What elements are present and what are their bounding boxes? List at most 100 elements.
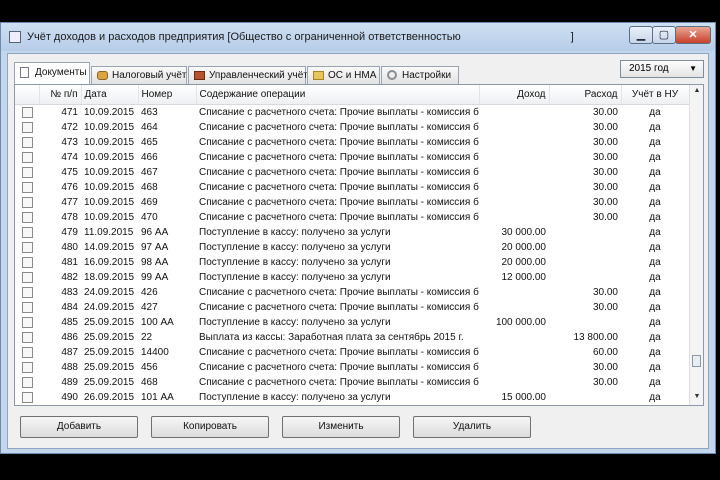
documents-table[interactable]: № п/п Дата Номер Содержание операции Дох… bbox=[14, 84, 704, 406]
table-row[interactable]: 483 24.09.2015 426 Списание с расчетного сч… bbox=[15, 285, 689, 300]
row-checkbox[interactable] bbox=[21, 196, 33, 208]
row-checkbox[interactable] bbox=[21, 211, 33, 223]
table-row[interactable]: 49126.09.2015102 ААПоступление в кассу: … bbox=[15, 405, 689, 406]
row-checkbox-cell[interactable] bbox=[15, 390, 39, 405]
row-checkbox-cell[interactable] bbox=[15, 315, 39, 330]
add-button[interactable]: Добавить bbox=[20, 416, 138, 438]
maximize-button[interactable]: ▢ bbox=[652, 26, 676, 44]
row-checkbox-cell[interactable] bbox=[15, 150, 39, 165]
row-checkbox[interactable] bbox=[21, 136, 33, 148]
row-checkbox-cell[interactable] bbox=[15, 120, 39, 135]
cell-number: 480 bbox=[61, 242, 78, 253]
column-header-description[interactable]: Содержание операции bbox=[196, 85, 480, 105]
row-checkbox[interactable] bbox=[21, 106, 33, 118]
table-row[interactable]: 476 10.09.2015 468 Списание с расчетного сч… bbox=[15, 180, 689, 195]
row-checkbox[interactable] bbox=[21, 256, 33, 268]
delete-button[interactable]: Удалить bbox=[413, 416, 531, 438]
cell-expense bbox=[549, 315, 621, 330]
row-checkbox[interactable] bbox=[21, 151, 33, 163]
year-select[interactable]: 2015 год ▼ bbox=[620, 60, 704, 78]
row-checkbox-cell[interactable] bbox=[15, 165, 39, 180]
row-checkbox[interactable] bbox=[21, 301, 33, 313]
minimize-button[interactable]: ▁ bbox=[629, 26, 653, 44]
tab-management-accounting[interactable]: Управленческий учёт bbox=[188, 66, 308, 84]
row-checkbox[interactable] bbox=[21, 376, 33, 388]
cell-doc-number: 427 bbox=[141, 302, 158, 313]
table-row[interactable]: 487 25.09.2015 14400 Списание с расчетного … bbox=[15, 345, 689, 360]
table-row[interactable]: 477 10.09.2015 469 Списание с расчетного сч… bbox=[15, 195, 689, 210]
cell-income bbox=[479, 105, 549, 121]
row-checkbox-cell[interactable] bbox=[15, 255, 39, 270]
row-checkbox-cell[interactable] bbox=[15, 330, 39, 345]
row-checkbox[interactable] bbox=[21, 271, 33, 283]
close-button[interactable]: ✕ bbox=[675, 26, 711, 44]
column-header-expense[interactable]: Расход bbox=[549, 85, 622, 105]
row-checkbox[interactable] bbox=[21, 226, 33, 238]
table-row[interactable]: 480 14.09.2015 97 АА Поступление в кассу: п… bbox=[15, 240, 689, 255]
row-checkbox[interactable] bbox=[21, 241, 33, 253]
cell-date: 25.09.2015 bbox=[84, 317, 135, 328]
row-checkbox-cell[interactable] bbox=[15, 345, 39, 360]
row-checkbox-cell[interactable] bbox=[15, 135, 39, 150]
row-checkbox-cell[interactable] bbox=[15, 225, 39, 240]
column-header-tax-accounting[interactable]: Учёт в НУ bbox=[621, 85, 690, 105]
column-header-doc-number[interactable]: Номер bbox=[138, 85, 197, 105]
row-checkbox[interactable] bbox=[21, 361, 33, 373]
table-row[interactable]: 475 10.09.2015 467 Списание с расчетного сч… bbox=[15, 165, 689, 180]
table-row[interactable]: 485 25.09.2015 100 АА Поступление в кассу: … bbox=[15, 315, 689, 330]
edit-button[interactable]: Изменить bbox=[282, 416, 400, 438]
row-checkbox-cell[interactable] bbox=[15, 285, 39, 300]
scroll-down-icon[interactable]: ▼ bbox=[690, 393, 703, 400]
table-row[interactable]: 474 10.09.2015 466 Списание с расчетного сч… bbox=[15, 150, 689, 165]
cell-number: 471 bbox=[61, 107, 78, 118]
row-checkbox-cell[interactable] bbox=[15, 270, 39, 285]
column-header-income[interactable]: Доход bbox=[479, 85, 550, 105]
row-checkbox[interactable] bbox=[21, 331, 33, 343]
row-checkbox-cell[interactable] bbox=[15, 195, 39, 210]
cell-tax-accounting: да bbox=[649, 332, 661, 343]
table-row[interactable]: 471 10.09.2015 463 Списание с расчетного сч… bbox=[15, 105, 689, 121]
table-row[interactable]: 486 25.09.2015 22 Выплата из кассы: Заработ… bbox=[15, 330, 689, 345]
row-checkbox-cell[interactable] bbox=[15, 360, 39, 375]
tab-documents[interactable]: Документы bbox=[14, 62, 90, 84]
column-header-date[interactable]: Дата bbox=[81, 85, 139, 105]
title-bar[interactable]: Учёт доходов и расходов предприятия [Общ… bbox=[1, 23, 715, 51]
row-checkbox[interactable] bbox=[21, 286, 33, 298]
table-row[interactable]: 478 10.09.2015 470 Списание с расчетного сч… bbox=[15, 210, 689, 225]
table-row[interactable]: 473 10.09.2015 465 Списание с расчетного сч… bbox=[15, 135, 689, 150]
table-row[interactable]: 488 25.09.2015 456 Списание с расчетного сч… bbox=[15, 360, 689, 375]
column-header-number[interactable]: № п/п bbox=[39, 85, 82, 105]
row-checkbox-cell[interactable] bbox=[15, 300, 39, 315]
row-checkbox[interactable] bbox=[21, 316, 33, 328]
scrollbar-thumb[interactable] bbox=[692, 355, 701, 367]
table-row[interactable]: 482 18.09.2015 99 АА Поступление в кассу: п… bbox=[15, 270, 689, 285]
table-row[interactable]: 490 26.09.2015 101 АА Поступление в кассу: … bbox=[15, 390, 689, 405]
row-checkbox-cell[interactable] bbox=[15, 405, 39, 406]
row-checkbox[interactable] bbox=[21, 166, 33, 178]
copy-button[interactable]: Копировать bbox=[151, 416, 269, 438]
document-icon bbox=[20, 67, 29, 78]
row-checkbox-cell[interactable] bbox=[15, 210, 39, 225]
tab-tax-accounting[interactable]: Налоговый учёт bbox=[91, 66, 187, 84]
row-checkbox[interactable] bbox=[21, 346, 33, 358]
row-checkbox[interactable] bbox=[21, 121, 33, 133]
scroll-up-icon[interactable]: ▲ bbox=[690, 87, 703, 94]
row-checkbox[interactable] bbox=[21, 391, 33, 403]
cell-expense: 30.00 bbox=[592, 182, 618, 193]
tab-fixed-assets[interactable]: ОС и НМА bbox=[307, 66, 380, 84]
table-row[interactable]: 479 11.09.2015 96 АА Поступление в кассу: п… bbox=[15, 225, 689, 240]
cell-income: 15 000.00 bbox=[479, 405, 549, 406]
row-checkbox[interactable] bbox=[21, 181, 33, 193]
table-row[interactable]: 481 16.09.2015 98 АА Поступление в кассу: п… bbox=[15, 255, 689, 270]
cell-tax-accounting: да bbox=[649, 287, 661, 298]
row-checkbox-cell[interactable] bbox=[15, 240, 39, 255]
row-checkbox-cell[interactable] bbox=[15, 375, 39, 390]
cell-expense: 30.00 bbox=[592, 212, 618, 223]
row-checkbox-cell[interactable] bbox=[15, 180, 39, 195]
table-row[interactable]: 489 25.09.2015 468 Списание с расчетного сч… bbox=[15, 375, 689, 390]
row-checkbox-cell[interactable] bbox=[15, 105, 39, 121]
vertical-scrollbar[interactable]: ▲ ▼ bbox=[689, 85, 703, 405]
tab-settings[interactable]: Настройки bbox=[381, 66, 459, 84]
table-row[interactable]: 472 10.09.2015 464 Списание с расчетного сч… bbox=[15, 120, 689, 135]
table-row[interactable]: 484 24.09.2015 427 Списание с расчетного сч… bbox=[15, 300, 689, 315]
